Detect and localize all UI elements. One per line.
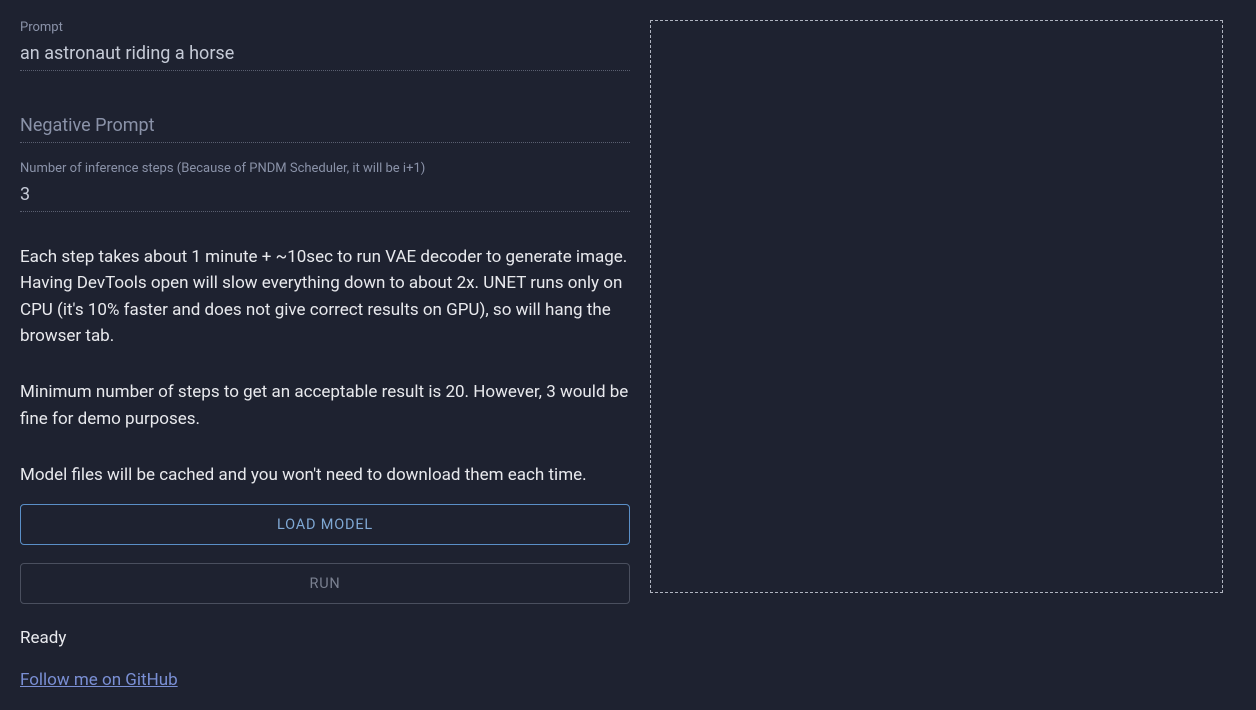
github-link[interactable]: Follow me on GitHub bbox=[20, 670, 630, 690]
info-paragraph-3: Model files will be cached and you won't… bbox=[20, 462, 630, 488]
steps-label: Number of inference steps (Because of PN… bbox=[20, 161, 630, 176]
right-panel bbox=[650, 20, 1236, 690]
run-button[interactable]: RUN bbox=[20, 563, 630, 604]
negative-prompt-group bbox=[20, 113, 630, 143]
steps-input[interactable] bbox=[20, 182, 630, 209]
prompt-group: Prompt bbox=[20, 20, 630, 71]
steps-group: Number of inference steps (Because of PN… bbox=[20, 161, 630, 212]
left-panel: Prompt Number of inference steps (Becaus… bbox=[20, 20, 630, 690]
status-text: Ready bbox=[20, 628, 630, 648]
info-paragraph-1: Each step takes about 1 minute + ~10sec … bbox=[20, 244, 630, 349]
image-output-placeholder bbox=[650, 20, 1223, 593]
info-paragraph-2: Minimum number of steps to get an accept… bbox=[20, 379, 630, 432]
negative-prompt-input[interactable] bbox=[20, 113, 630, 140]
prompt-label: Prompt bbox=[20, 20, 630, 35]
prompt-input[interactable] bbox=[20, 41, 630, 68]
load-model-button[interactable]: LOAD MODEL bbox=[20, 504, 630, 545]
